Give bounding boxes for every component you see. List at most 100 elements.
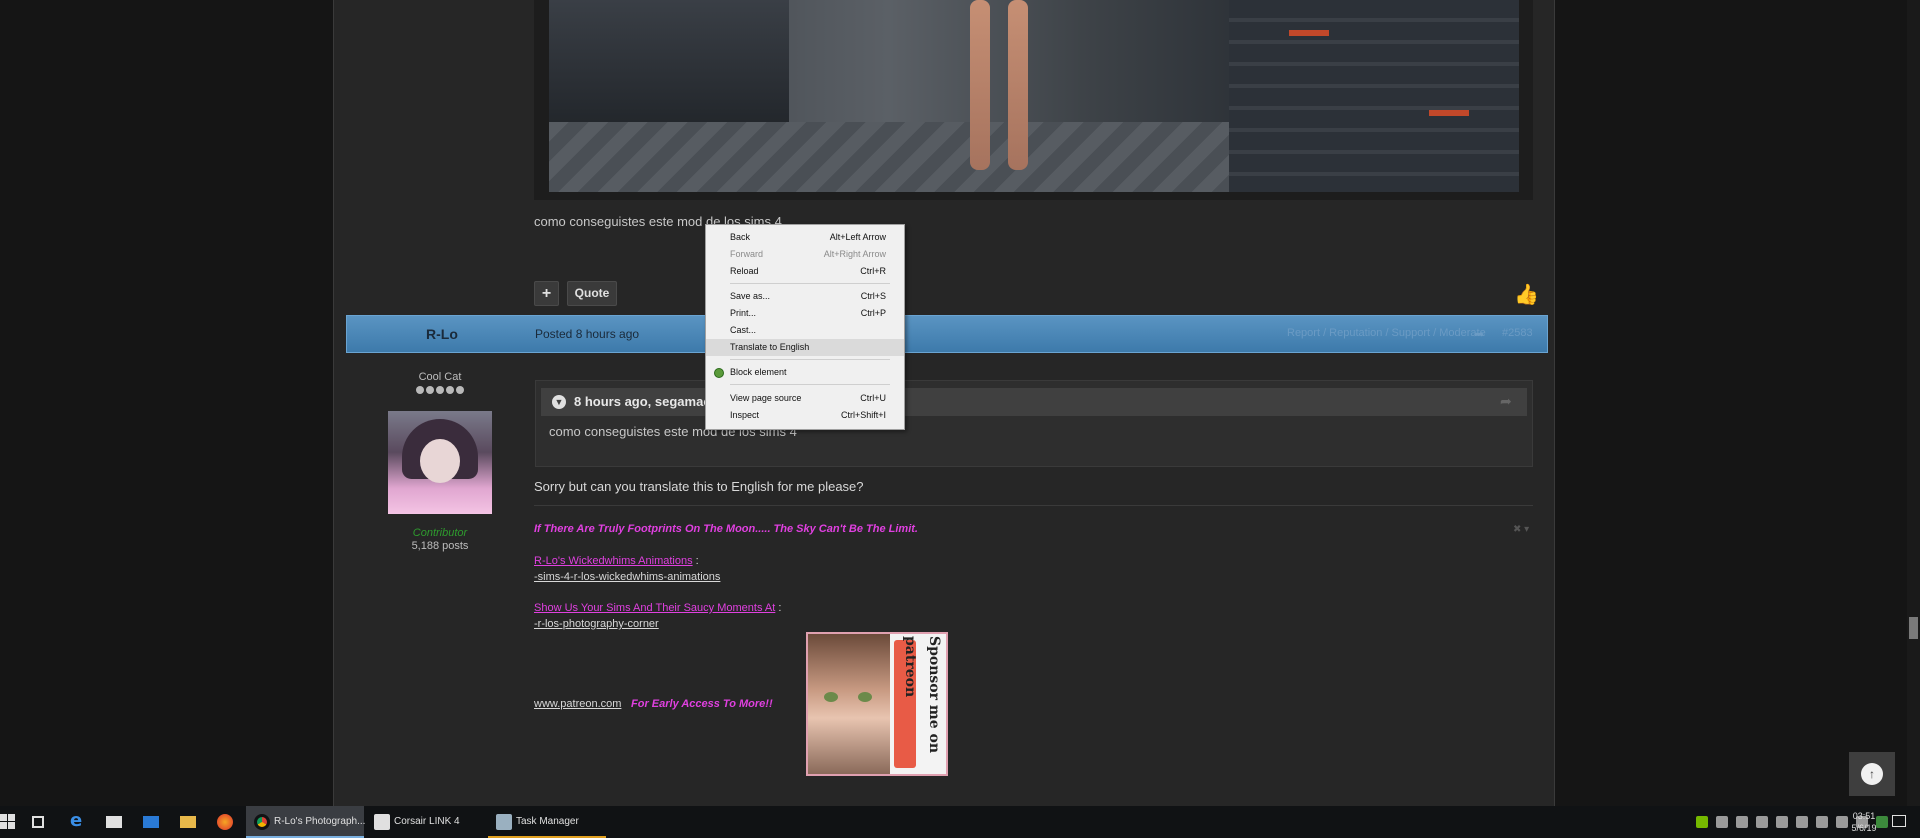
link-colon: :: [692, 555, 699, 567]
image-figure-leg: [970, 0, 990, 170]
menu-item-block-element[interactable]: Block element: [706, 364, 904, 381]
animations-sub-link[interactable]: -sims-4-r-los-wickedwhims-animations: [534, 571, 720, 583]
menu-item-shortcut: Alt+Left Arrow: [829, 232, 886, 242]
taskbar-app-corsair[interactable]: Corsair LINK 4: [366, 806, 484, 838]
clock-date: 5/6/19: [1851, 823, 1877, 833]
tray-app-icon[interactable]: [1716, 816, 1728, 828]
rank-pip: [436, 386, 444, 394]
close-signature-icon[interactable]: ✖ ▾: [1513, 524, 1529, 535]
nvidia-icon[interactable]: [1696, 816, 1708, 828]
quote-button[interactable]: Quote: [567, 281, 617, 306]
share-icon[interactable]: ➦: [1474, 327, 1488, 341]
network-icon[interactable]: [1796, 816, 1808, 828]
banner-portrait: [808, 634, 890, 774]
menu-item-label: Reload: [730, 266, 759, 276]
post-author-name[interactable]: R-Lo: [426, 326, 458, 342]
multiquote-button[interactable]: +: [534, 281, 559, 306]
task-view-icon[interactable]: [32, 816, 44, 828]
patreon-banner[interactable]: Sponsor me on patreon: [806, 632, 948, 776]
post-header: R-Lo Posted 8 hours ago Report / Reputat…: [346, 315, 1548, 353]
corsair-icon: [374, 814, 390, 830]
photography-sub-link[interactable]: -r-los-photography-corner: [534, 618, 659, 630]
post-screenshot-image[interactable]: [549, 0, 1519, 192]
animations-link[interactable]: R-Lo's Wickedwhims Animations: [534, 555, 693, 567]
menu-item-save-as[interactable]: Save as... Ctrl+S: [706, 288, 904, 305]
taskbar-app-task-manager[interactable]: Task Manager: [488, 806, 606, 838]
menu-item-back[interactable]: Back Alt+Left Arrow: [706, 229, 904, 246]
image-figure: [954, 0, 1044, 180]
avatar[interactable]: [388, 411, 492, 514]
author-group: Contributor: [412, 527, 468, 539]
like-icon[interactable]: 👍: [1514, 282, 1540, 306]
volume-icon[interactable]: [1816, 816, 1828, 828]
author-rank-pips: [414, 386, 466, 394]
image-figure-leg: [1008, 0, 1028, 170]
context-menu: Back Alt+Left Arrow Forward Alt+Right Ar…: [705, 224, 905, 430]
menu-item-print[interactable]: Print... Ctrl+P: [706, 305, 904, 322]
start-menu-icon[interactable]: [0, 814, 16, 830]
menu-item-shortcut: Ctrl+S: [860, 291, 886, 301]
menu-item-label: Block element: [730, 367, 787, 377]
menu-item-label: Cast...: [730, 325, 757, 335]
menu-item-cast[interactable]: Cast...: [706, 322, 904, 339]
menu-item-label: Save as...: [730, 291, 771, 301]
menu-separator: [730, 283, 890, 284]
outlook-icon[interactable]: [143, 816, 159, 828]
link-colon: :: [775, 602, 782, 614]
chevron-down-icon[interactable]: ▼: [552, 395, 566, 409]
scrollbar-track[interactable]: [1907, 0, 1920, 806]
menu-item-inspect[interactable]: Inspect Ctrl+Shift+I: [706, 407, 904, 424]
post-tools[interactable]: Report / Reputation / Support / Moderate: [1287, 327, 1486, 339]
file-explorer-icon[interactable]: [180, 816, 196, 828]
post-number[interactable]: #2583: [1502, 327, 1533, 339]
taskbar-app-label: Corsair LINK 4: [394, 816, 460, 827]
tray-app-icon[interactable]: [1756, 816, 1768, 828]
early-access-text: For Early Access To More!!: [631, 698, 773, 710]
taskbar-app-chrome[interactable]: R-Lo's Photograph...: [246, 806, 365, 838]
menu-item-forward[interactable]: Forward Alt+Right Arrow: [706, 246, 904, 263]
banner-portrait-eye: [858, 692, 872, 702]
post-timestamp[interactable]: Posted 8 hours ago: [535, 327, 639, 341]
taskbar-clock[interactable]: 03:51 5/6/19: [1844, 810, 1884, 834]
patreon-link[interactable]: www.patreon.com: [534, 698, 621, 710]
avatar-face: [420, 439, 460, 483]
menu-item-shortcut: Ctrl+U: [860, 393, 886, 403]
menu-item-translate[interactable]: Translate to English: [706, 339, 904, 356]
keyboard-icon[interactable]: [1736, 816, 1748, 828]
menu-item-view-source[interactable]: View page source Ctrl+U: [706, 390, 904, 407]
arrow-up-icon: ↑: [1861, 763, 1883, 785]
taskbar-app-label: Task Manager: [516, 816, 579, 827]
task-manager-icon: [496, 814, 512, 830]
chevron-up-icon[interactable]: [1776, 816, 1788, 828]
browser-viewport: como conseguistes este mod de los sims 4…: [0, 0, 1920, 838]
menu-item-label: Print...: [730, 308, 757, 318]
menu-item-shortcut: Ctrl+P: [860, 308, 886, 318]
menu-item-label: View page source: [730, 393, 802, 403]
scrollbar-thumb[interactable]: [1909, 617, 1918, 639]
signature-divider: [534, 505, 1533, 506]
menu-separator: [730, 384, 890, 385]
notifications-icon[interactable]: [1892, 815, 1906, 827]
windows-taskbar: e R-Lo's Photograph... Corsair LINK 4 Ta…: [0, 806, 1920, 838]
menu-separator: [730, 359, 890, 360]
author-post-count: 5,188 posts: [411, 540, 469, 552]
rank-pip: [426, 386, 434, 394]
firefox-icon[interactable]: [217, 814, 233, 830]
signature-link-animations: R-Lo's Wickedwhims Animations :: [534, 555, 699, 567]
menu-item-reload[interactable]: Reload Ctrl+R: [706, 263, 904, 280]
image-console: [549, 0, 789, 122]
mail-icon[interactable]: [106, 816, 122, 828]
go-to-quote-icon[interactable]: ➦: [1500, 393, 1512, 410]
author-title: Cool Cat: [418, 371, 462, 383]
signature-link-photography: Show Us Your Sims And Their Saucy Moment…: [534, 602, 781, 614]
edge-browser-icon[interactable]: e: [70, 810, 86, 831]
photography-link[interactable]: Show Us Your Sims And Their Saucy Moment…: [534, 602, 775, 614]
banner-portrait-eye: [824, 692, 838, 702]
rank-pip: [456, 386, 464, 394]
menu-item-label: Forward: [730, 249, 764, 259]
signature-tagline: If There Are Truly Footprints On The Moo…: [534, 523, 918, 535]
menu-item-label: Back: [730, 232, 751, 242]
menu-item-shortcut: Alt+Right Arrow: [823, 249, 886, 259]
scroll-to-top-button[interactable]: ↑: [1849, 752, 1895, 796]
quote-header[interactable]: ▼ 8 hours ago, segamac ➦: [541, 388, 1527, 416]
